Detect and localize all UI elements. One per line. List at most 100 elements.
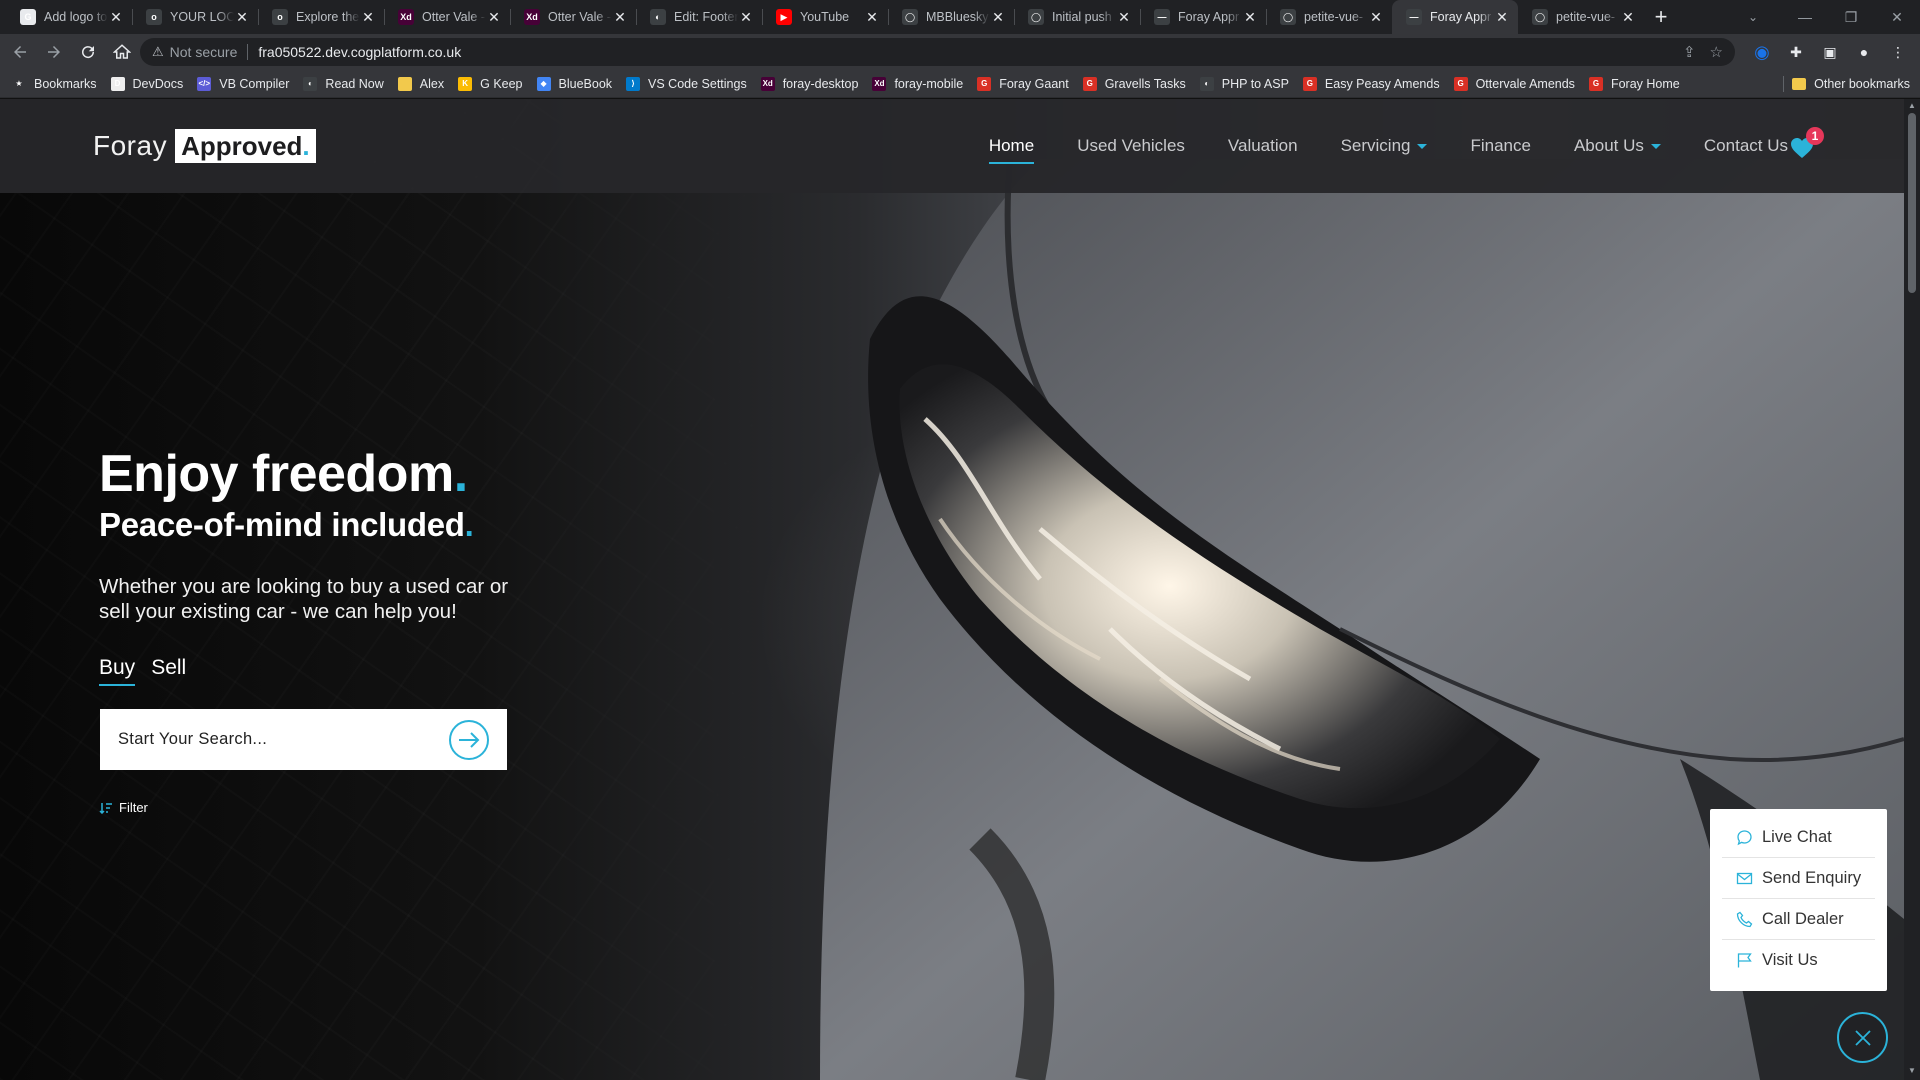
browser-tab[interactable]: o Explore the ✕ [258, 0, 384, 34]
other-bookmarks-folder[interactable]: Other bookmarks [1792, 70, 1910, 98]
filter-button[interactable]: Filter [99, 800, 148, 815]
nav-link-servicing[interactable]: Servicing [1341, 136, 1428, 156]
bookmark-item[interactable]: G Foray Home [1588, 76, 1680, 91]
bookmark-item[interactable]: ◆ BlueBook [536, 76, 612, 91]
browser-tab[interactable]: ◯ Initial push ✕ [1014, 0, 1140, 34]
nav-link-valuation[interactable]: Valuation [1228, 136, 1298, 156]
bookmark-item[interactable]: ⟩ VS Code Settings [626, 76, 747, 91]
bookmark-label: Foray Home [1610, 76, 1680, 91]
share-icon[interactable]: ⇪ [1683, 43, 1696, 61]
browser-tab[interactable]: ◯ petite-vue- ✕ [1518, 0, 1644, 34]
bookmark-item[interactable]: Xd foray-desktop [760, 76, 858, 91]
browser-tab[interactable]: o YOUR LOCAL✕ [132, 0, 258, 34]
nav-link-label: Used Vehicles [1077, 136, 1185, 155]
scroll-up-arrow-icon[interactable]: ▲ [1904, 101, 1920, 113]
tab-close-icon[interactable]: ✕ [1368, 9, 1384, 25]
hero-tab-buy[interactable]: Buy [99, 656, 136, 686]
browser-tab[interactable]: — Foray Appr ✕ [1392, 0, 1518, 34]
home-button[interactable] [108, 38, 136, 66]
caret-down-icon [1417, 143, 1428, 149]
close-contact-panel-button[interactable] [1837, 1012, 1888, 1063]
browser-tab[interactable]: G Add logo to ✕ [6, 0, 132, 34]
restore-button[interactable]: ❐ [1828, 0, 1874, 34]
logo-text-approved: Approved [181, 131, 303, 161]
contact-option-live-chat[interactable]: Live Chat [1722, 817, 1875, 858]
hero-subheadline: Peace-of-mind included. [99, 506, 474, 544]
back-button[interactable] [6, 38, 34, 66]
vehicle-search-input[interactable] [118, 730, 449, 749]
tab-favicon-icon: ◯ [1280, 9, 1296, 25]
tab-close-icon[interactable]: ✕ [1242, 9, 1258, 25]
side-panel-icon[interactable]: ▣ [1816, 38, 1844, 66]
tab-close-icon[interactable]: ✕ [738, 9, 754, 25]
bookmark-item[interactable]: G Foray Gaant [977, 76, 1069, 91]
url-text[interactable]: fra050522.dev.cogplatform.co.uk [258, 44, 461, 60]
bookmark-item[interactable]: G Gravells Tasks [1082, 76, 1186, 91]
reload-button[interactable] [74, 38, 102, 66]
search-submit-button[interactable] [449, 719, 489, 760]
bookmark-item[interactable]: G Easy Peasy Amends [1302, 76, 1440, 91]
page-scrollbar[interactable]: ▲ ▼ [1904, 99, 1920, 1080]
nav-link-contact-us[interactable]: Contact Us [1704, 136, 1788, 156]
browser-tab[interactable]: ◐ Edit: Footer ✕ [636, 0, 762, 34]
bookmark-item[interactable]: K G Keep [458, 76, 523, 91]
bookmark-item[interactable]: Xd foray-mobile [872, 76, 963, 91]
browser-tab[interactable]: ◯ MBBluesky ✕ [888, 0, 1014, 34]
bookmark-item[interactable]: D DevDocs [110, 76, 183, 91]
browser-tab[interactable]: ◯ petite-vue- ✕ [1266, 0, 1392, 34]
bookmark-item[interactable]: Alex [397, 76, 444, 91]
scroll-down-arrow-icon[interactable]: ▼ [1904, 1066, 1920, 1078]
web-page: Foray Approved. Home Used Vehicles Valuati… [0, 99, 1904, 1080]
close-window-button[interactable]: ✕ [1874, 0, 1920, 34]
favourites-count-badge: 1 [1806, 127, 1824, 145]
tab-close-icon[interactable]: ✕ [1116, 9, 1132, 25]
extension-icon[interactable]: ◉ [1748, 38, 1776, 66]
tab-close-icon[interactable]: ✕ [990, 9, 1006, 25]
tab-close-icon[interactable]: ✕ [1620, 9, 1636, 25]
profile-avatar[interactable]: ● [1850, 38, 1878, 66]
tab-close-icon[interactable]: ✕ [360, 9, 376, 25]
hero-headline: Enjoy freedom. [99, 444, 468, 504]
logo-dot: . [302, 131, 310, 161]
tab-close-icon[interactable]: ✕ [108, 9, 124, 25]
bookmark-favicon-icon: Xd [760, 76, 775, 91]
tab-close-icon[interactable]: ✕ [234, 9, 250, 25]
bookmark-item[interactable]: ◐ PHP to ASP [1199, 76, 1289, 91]
browser-tab[interactable]: Xd Otter Vale - ✕ [384, 0, 510, 34]
tab-close-icon[interactable]: ✕ [612, 9, 628, 25]
contact-option-visit-us[interactable]: Visit Us [1722, 940, 1875, 981]
bookmark-item[interactable]: </> VB Compiler [197, 76, 289, 91]
browser-tab[interactable]: Xd Otter Vale - ✕ [510, 0, 636, 34]
contact-option-send-enquiry[interactable]: Send Enquiry [1722, 858, 1875, 899]
bookmark-item[interactable]: G Ottervale Amends [1453, 76, 1575, 91]
minimize-button[interactable]: — [1782, 0, 1828, 34]
bookmark-item[interactable]: ★ Bookmarks [12, 76, 97, 91]
new-tab-button[interactable]: + [1644, 0, 1678, 34]
address-bar[interactable]: ⚠ Not secure fra050522.dev.cogplatform.c… [140, 38, 1735, 66]
tab-close-icon[interactable]: ✕ [486, 9, 502, 25]
nav-link-home[interactable]: Home [988, 136, 1035, 164]
puzzle-extensions-icon[interactable]: ✚ [1782, 38, 1810, 66]
browser-toolbar: ⚠ Not secure fra050522.dev.cogplatform.c… [0, 34, 1920, 70]
nav-link-about-us[interactable]: About Us [1574, 136, 1661, 156]
hero-tab-sell[interactable]: Sell [151, 656, 186, 684]
scrollbar-thumb[interactable] [1908, 113, 1916, 293]
bookmark-item[interactable]: ◐ Read Now [303, 76, 384, 91]
tab-favicon-icon: G [20, 9, 36, 25]
phone-icon [1736, 911, 1753, 927]
browser-tab[interactable]: — Foray Appr ✕ [1140, 0, 1266, 34]
site-logo[interactable]: Foray Approved. [93, 129, 316, 163]
browser-tab[interactable]: ▶ YouTube ✕ [762, 0, 888, 34]
security-status[interactable]: Not secure [170, 44, 238, 60]
bookmark-favicon-icon: ◆ [536, 76, 551, 91]
vehicle-search-box [100, 709, 507, 770]
nav-link-used-vehicles[interactable]: Used Vehicles [1077, 136, 1185, 156]
contact-option-call-dealer[interactable]: Call Dealer [1722, 899, 1875, 940]
nav-link-finance[interactable]: Finance [1470, 136, 1530, 156]
forward-button[interactable] [40, 38, 68, 66]
kebab-menu-icon[interactable]: ⋮ [1884, 38, 1912, 66]
tab-search-chevron-icon[interactable]: ⌄ [1736, 0, 1770, 34]
tab-close-icon[interactable]: ✕ [1494, 9, 1510, 25]
tab-close-icon[interactable]: ✕ [864, 9, 880, 25]
star-bookmark-icon[interactable]: ☆ [1710, 43, 1723, 61]
